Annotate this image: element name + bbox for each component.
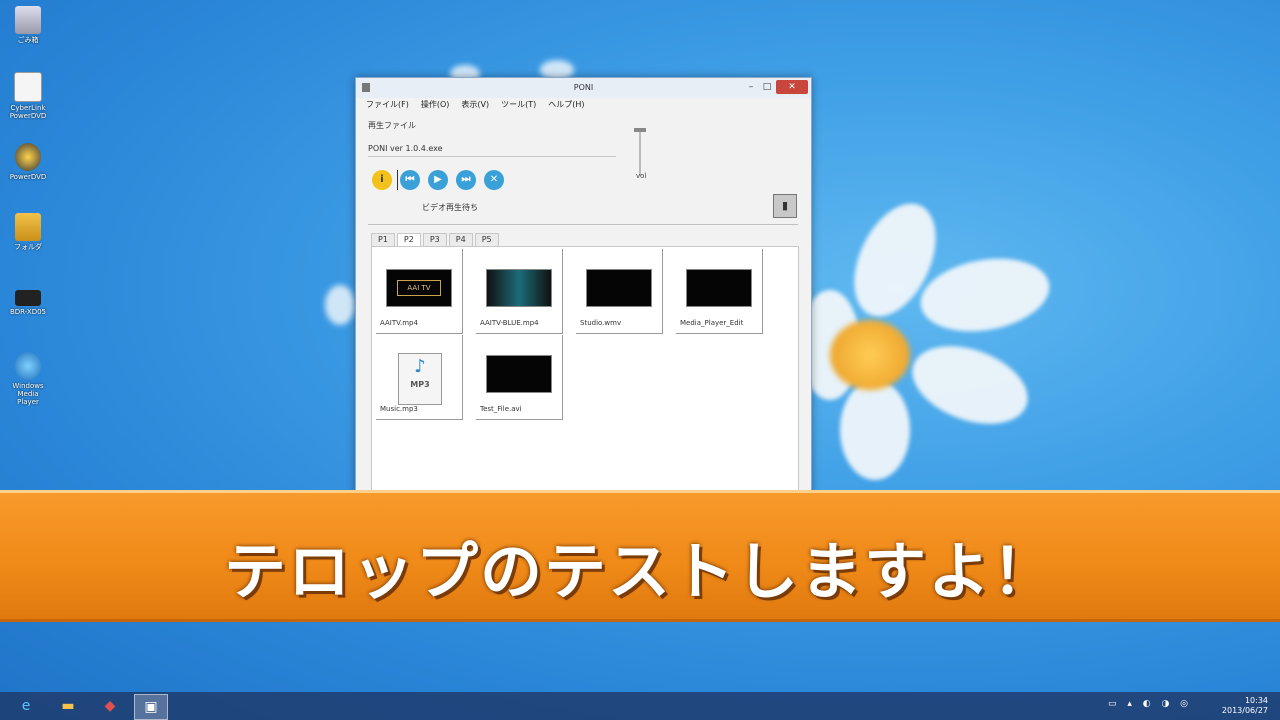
desktop-icon-media-player[interactable]: Windows Media Player xyxy=(6,352,50,406)
taskbar-toolbox-button[interactable]: ◆ xyxy=(94,694,126,718)
system-tray-icons[interactable]: ▭ ▴ ◐ ◑ ◎ xyxy=(1108,699,1192,709)
media-item-name: Music.mp3 xyxy=(380,405,418,413)
media-item[interactable]: AAITV-BLUE.mp4 xyxy=(476,249,563,334)
desktop-icon-drive[interactable]: BDR-XD05 xyxy=(6,290,50,316)
current-file-text: PONI ver 1.0.4.exe xyxy=(368,144,443,153)
video-thumbnail xyxy=(586,269,652,307)
media-item-name: AAITV.mp4 xyxy=(380,319,418,327)
video-thumbnail: AAI TV xyxy=(386,269,452,307)
control-separator xyxy=(397,170,398,190)
tab-p4[interactable]: P4 xyxy=(448,233,473,246)
media-item-name: Media_Player_Edit xyxy=(680,319,744,327)
stop-button[interactable]: ✕ xyxy=(484,170,504,190)
media-item-name: Studio.wmv xyxy=(580,319,622,327)
tab-p2[interactable]: P2 xyxy=(396,233,421,246)
menu-operation[interactable]: 操作(O) xyxy=(421,98,450,112)
desktop-icon-document[interactable]: CyberLink PowerDVD xyxy=(6,72,50,120)
caption-banner: テロップのテストしますよ！ xyxy=(0,490,1280,622)
media-item[interactable]: AAI TV AAITV.mp4 xyxy=(376,249,463,334)
tab-p1[interactable]: P1 xyxy=(371,233,395,246)
media-item[interactable]: Test_File.avi xyxy=(476,335,563,420)
video-thumbnail xyxy=(486,269,552,307)
maximize-button[interactable]: □ xyxy=(760,80,774,94)
drive-icon xyxy=(15,290,41,306)
mp3-file-icon: ♪ MP3 xyxy=(398,353,442,405)
media-player-icon xyxy=(15,352,41,380)
thumbnail-badge: AAI TV xyxy=(397,280,441,296)
window-title: PONI xyxy=(573,83,594,92)
toolbox-icon: ◆ xyxy=(104,698,116,714)
window-titlebar[interactable]: PONI – □ ✕ xyxy=(356,78,811,98)
tab-p5[interactable]: P5 xyxy=(474,233,499,246)
media-item-name: Test_File.avi xyxy=(480,405,522,413)
menu-help[interactable]: ヘルプ(H) xyxy=(548,98,584,112)
now-playing-label: 再生ファイル xyxy=(368,121,416,130)
info-button[interactable]: i xyxy=(372,170,392,190)
volume-slider-thumb[interactable] xyxy=(634,128,646,132)
app-icon: ▣ xyxy=(144,699,158,715)
menu-file[interactable]: ファイル(F) xyxy=(366,98,409,112)
side-button[interactable]: ▮ xyxy=(773,194,797,218)
music-note-icon: ♪ xyxy=(414,356,426,377)
previous-button[interactable]: ⏮ xyxy=(400,170,420,190)
menu-view[interactable]: 表示(V) xyxy=(461,98,489,112)
desktop-icon-folder[interactable]: フォルダ xyxy=(6,213,50,251)
media-item[interactable]: Media_Player_Edit xyxy=(676,249,763,334)
document-icon xyxy=(14,72,42,102)
clock-time: 10:34 xyxy=(1244,696,1268,705)
video-thumbnail xyxy=(686,269,752,307)
taskbar-ie-button[interactable]: e xyxy=(10,694,42,718)
divider xyxy=(368,224,798,225)
caption-text: テロップのテストしますよ！ xyxy=(223,535,1056,608)
volume-slider-track[interactable] xyxy=(639,130,641,176)
status-text: ビデオ再生待ち xyxy=(422,203,478,212)
video-thumbnail xyxy=(486,355,552,393)
taskbar-app-button[interactable]: ▣ xyxy=(134,694,168,720)
menu-tools[interactable]: ツール(T) xyxy=(501,98,536,112)
media-item[interactable]: Studio.wmv xyxy=(576,249,663,334)
media-grid: AAI TV AAITV.mp4 AAITV-BLUE.mp4 Studio.w… xyxy=(371,246,799,493)
desktop-icon-recycle-bin[interactable]: ごみ箱 xyxy=(6,6,50,44)
desktop-icon-powerdvd[interactable]: PowerDVD xyxy=(6,143,50,181)
dvd-player-icon xyxy=(15,143,41,171)
taskbar: e ▬ ◆ ▣ ▭ ▴ ◐ ◑ ◎ 10:34 2013/06/27 xyxy=(0,692,1280,720)
page-tabs: P1 P2 P3 P4 P5 xyxy=(371,233,501,246)
clock[interactable]: 10:34 2013/06/27 xyxy=(1222,696,1268,716)
volume-label: vol xyxy=(636,172,647,180)
play-button[interactable]: ▶ xyxy=(428,170,448,190)
file-field-underline xyxy=(368,156,616,157)
menu-bar: ファイル(F) 操作(O) 表示(V) ツール(T) ヘルプ(H) xyxy=(356,98,811,112)
ie-icon: e xyxy=(21,698,31,714)
tab-p3[interactable]: P3 xyxy=(422,233,447,246)
minimize-button[interactable]: – xyxy=(744,80,758,94)
folder-icon xyxy=(15,213,41,241)
next-button[interactable]: ⏭ xyxy=(456,170,476,190)
media-item-name: AAITV-BLUE.mp4 xyxy=(480,319,539,327)
background-flower xyxy=(800,180,1060,480)
media-item[interactable]: ♪ MP3 Music.mp3 xyxy=(376,335,463,420)
background-petal xyxy=(325,285,355,325)
clock-date: 2013/06/27 xyxy=(1221,706,1268,715)
app-window: PONI – □ ✕ ファイル(F) 操作(O) 表示(V) ツール(T) ヘル… xyxy=(355,77,812,499)
explorer-icon: ▬ xyxy=(61,698,75,714)
recycle-bin-icon xyxy=(15,6,41,34)
close-button[interactable]: ✕ xyxy=(776,80,808,94)
taskbar-explorer-button[interactable]: ▬ xyxy=(52,694,84,718)
